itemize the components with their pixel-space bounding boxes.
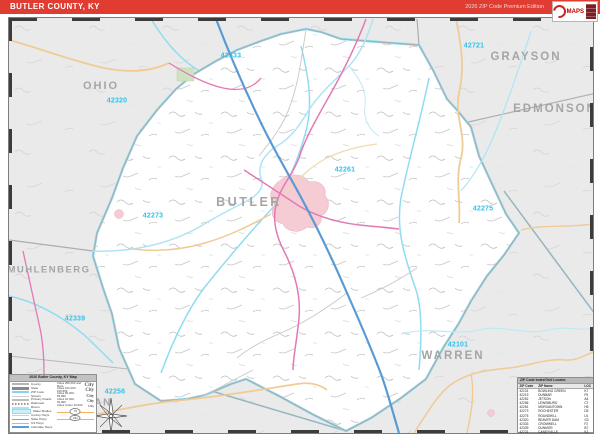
county-label-edmonson: EDMONSON [513, 103, 593, 115]
zip-label-42275: 42275 [472, 205, 494, 213]
map-frame: OHIO GRAYSON EDMONSON BUTLER MUHLENBERG WARRE… [8, 17, 594, 434]
zip-label-42339: 42339 [64, 315, 86, 323]
county-label-grayson: GRAYSON [490, 51, 562, 63]
page-title: BUTLER COUNTY, KY [10, 2, 100, 11]
zip-label-42261: 42261 [334, 166, 356, 174]
legend-city-sample: City [88, 403, 94, 408]
legend-swatch-icon [12, 422, 29, 425]
county-label-ohio: OHIO [82, 80, 120, 92]
legend-swatch-icon [12, 383, 29, 386]
logo-brand-text: MAPS [566, 8, 584, 15]
zip-table-row: 42721 CANEYVILLE K2 [518, 430, 593, 433]
compass-rose-icon [94, 398, 128, 433]
legend-swatch-icon [12, 403, 29, 405]
edition-label: 2026 ZIP Code Premium Edition [465, 4, 544, 10]
logo-block-icon [586, 4, 596, 19]
zip-label-42273: 42273 [142, 212, 164, 220]
zip-name-cell: CANEYVILLE [538, 429, 558, 433]
zip-label-42256: 42256 [104, 388, 126, 396]
legend-box: 2026 Butler County, KY Map County State ZI… [9, 374, 97, 433]
legend-swatch-icon [12, 426, 29, 429]
legend-item-label: Interstate Hwys [31, 424, 53, 429]
zip-label-42721: 42721 [463, 42, 485, 50]
zip-label-42320: 42320 [106, 97, 128, 105]
legend-shield-row: 231 [56, 414, 94, 422]
legend-swatch-icon [12, 387, 29, 390]
legend-city-label: Cities Under 10,000 [56, 403, 83, 408]
loc-cell: K2 [584, 429, 589, 433]
legend-swatch-icon [12, 409, 31, 415]
highway-shield-icon: 231 [69, 414, 81, 422]
legend-swatch-icon [12, 399, 29, 401]
zip-label-42101: 42101 [447, 341, 469, 349]
county-label-butler: BUTLER [216, 195, 282, 209]
legend-city-sample: City [86, 392, 94, 398]
zip-code-cell: 42721 [519, 429, 529, 433]
zip-label-42333: 42333 [220, 52, 242, 60]
map-canvas: OHIO GRAYSON EDMONSON BUTLER MUHLENBERG WARRE… [9, 18, 593, 433]
legend-swatch-icon [12, 418, 29, 421]
legend-item: Interstate Hwys [12, 425, 55, 429]
zip-index-table: ZIP Code Index/Grid Locator ZIP Code ZIP… [517, 377, 593, 433]
legend-cities-column: Cities 250,000 and More City Cities 100,00… [56, 382, 94, 430]
legend-swatch-icon [12, 391, 29, 394]
county-label-muhlenberg: MUHLENBERG [9, 264, 91, 276]
title-banner: BUTLER COUNTY, KY 2026 ZIP Code Premium … [0, 0, 600, 14]
publisher-logo: MAPS [550, 1, 598, 22]
legend-swatch-icon [12, 414, 29, 417]
legend-items-column: County State ZIP Code Streets Primary Roads R… [12, 382, 55, 430]
legend-city-sample: City [87, 398, 94, 403]
logo-swoosh-icon [550, 2, 569, 21]
legend-swatch-icon [12, 395, 29, 397]
county-label-warren: WARREN [421, 350, 485, 362]
